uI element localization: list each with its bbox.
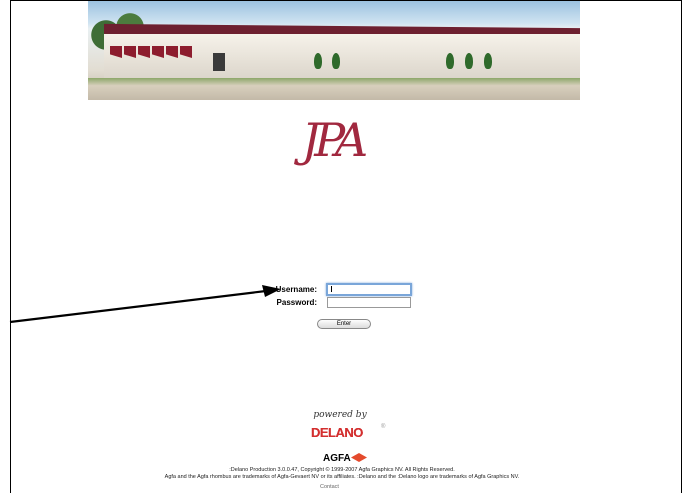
arrow-head: [262, 285, 281, 297]
powered-by-text: powered by: [313, 410, 367, 420]
copyright-text: :Delano Production 3.0.0.47, Copyright ©…: [229, 467, 455, 473]
registered-mark-icon: ®: [381, 424, 386, 430]
trademark-text: Agfa and the Agfa rhombus are trademarks…: [164, 474, 520, 480]
contact-link[interactable]: Contact: [320, 484, 339, 490]
delano-logo: DELANO: [311, 425, 363, 440]
arrow-shaft: [9, 289, 267, 324]
agfa-logo: AGFA: [323, 453, 351, 464]
